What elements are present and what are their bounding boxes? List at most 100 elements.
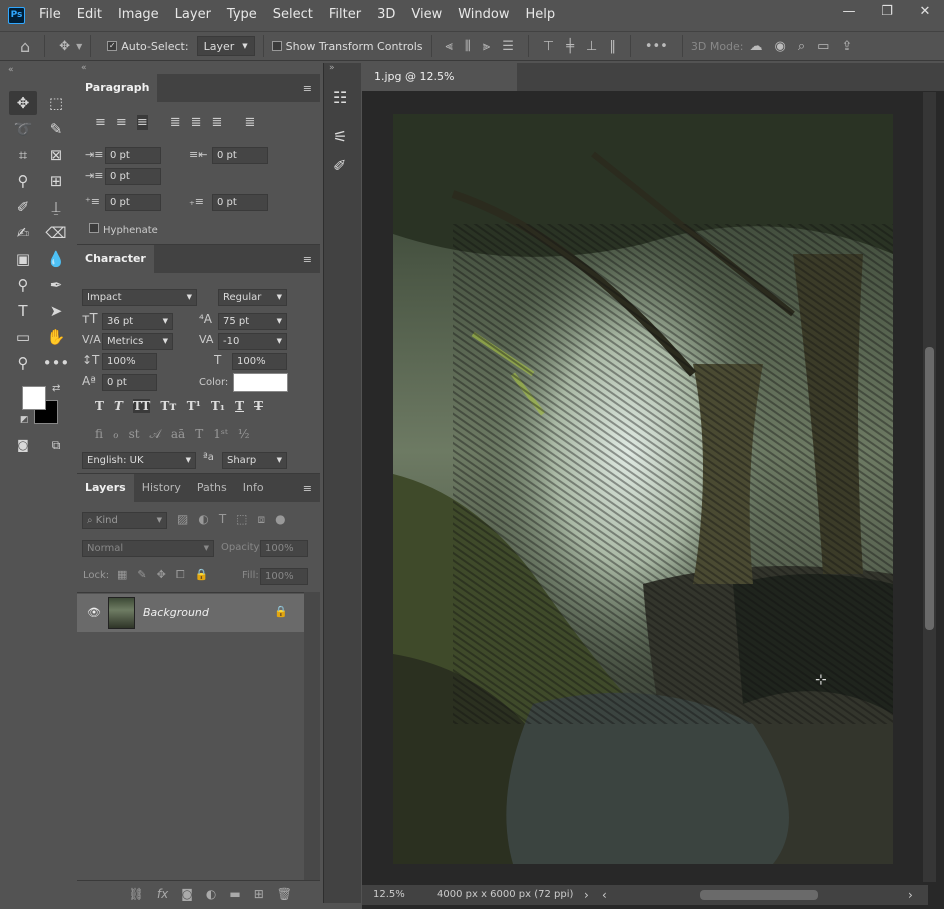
gradient-tool-icon[interactable]: ▣ (9, 247, 37, 271)
discretionary-ligatures-icon[interactable]: st (129, 427, 140, 442)
brush-settings-icon[interactable]: ✐ (333, 156, 346, 175)
new-adjustment-icon[interactable]: ◐ (206, 887, 216, 901)
subscript-icon[interactable]: T₁ (211, 399, 225, 413)
new-layer-icon[interactable]: ⊞ (254, 887, 264, 901)
3d-orbit-icon[interactable]: ☁ (750, 39, 763, 54)
hyphenate-checkbox[interactable]: Hyphenate (89, 223, 158, 236)
lock-artboard-icon[interactable]: ⧠ (176, 568, 185, 582)
ligatures-icon[interactable]: fi (95, 427, 103, 442)
leading-field[interactable]: 75 pt ▼ (218, 313, 287, 330)
canvas-image[interactable]: ⊹ (393, 114, 893, 864)
move-tool-icon[interactable]: ✥ (59, 39, 70, 54)
brush-tool-icon[interactable]: ✐ (9, 195, 37, 219)
align-left-text-icon[interactable]: ≡ (95, 115, 106, 130)
filter-kind-select[interactable]: ⌕ Kind ▼ (82, 512, 167, 529)
menu-image[interactable]: Image (110, 0, 167, 30)
filter-pixel-icon[interactable]: ▨ (177, 512, 188, 527)
zoom-tool-icon[interactable]: ⚲ (9, 351, 37, 375)
collapse-icon[interactable]: « (81, 63, 87, 73)
font-family-select[interactable]: Impact ▼ (82, 289, 197, 306)
stylistic-alternates-icon[interactable]: aā (171, 427, 185, 442)
text-color-swatch[interactable] (233, 373, 288, 392)
small-caps-icon[interactable]: Tт (160, 399, 176, 413)
distribute-vertical-icon[interactable]: ‖ (609, 39, 616, 54)
close-button[interactable]: ✕ (906, 0, 944, 22)
align-right-text-icon[interactable]: ≡ (136, 115, 148, 130)
screen-mode-icon[interactable]: ⧉ (42, 433, 70, 457)
fractions-icon[interactable]: ½ (238, 427, 250, 442)
quick-mask-icon[interactable]: ◙ (9, 433, 37, 457)
auto-select-checkbox[interactable]: ✓ Auto-Select: (107, 40, 189, 53)
eraser-icon[interactable]: ⌫ (42, 221, 70, 245)
underline-icon[interactable]: T (235, 399, 244, 413)
filter-shape-icon[interactable]: ⬚ (236, 512, 247, 527)
tab-info[interactable]: Info (235, 474, 272, 502)
minimize-button[interactable]: — (830, 0, 868, 22)
move-tool-icon[interactable]: ✥ (9, 91, 37, 115)
blur-tool-icon[interactable]: 💧 (42, 247, 70, 271)
crop-tool-icon[interactable]: ⌗ (9, 143, 37, 167)
hand-tool-icon[interactable]: ✋ (42, 325, 70, 349)
fill-field[interactable]: 100% (260, 568, 308, 585)
path-selection-icon[interactable]: ➤ (42, 299, 70, 323)
expand-icon[interactable]: » (329, 63, 335, 73)
scrollbar-thumb[interactable] (925, 347, 934, 630)
strikethrough-icon[interactable]: T (254, 399, 263, 413)
default-colors-icon[interactable]: ◩ (20, 415, 29, 425)
lock-transparent-icon[interactable]: ▦ (117, 568, 127, 582)
pen-tool-icon[interactable]: ✒ (42, 273, 70, 297)
baseline-shift-field[interactable]: 0 pt (102, 374, 157, 391)
space-after-field[interactable]: 0 pt (212, 194, 268, 211)
menu-filter[interactable]: Filter (321, 0, 369, 30)
opacity-field[interactable]: 100% (260, 540, 308, 557)
more-tools-icon[interactable]: ••• (42, 351, 70, 375)
kerning-field[interactable]: Metrics ▼ (102, 333, 173, 350)
menu-3d[interactable]: 3D (369, 0, 403, 30)
chevron-left-icon[interactable]: ‹ (602, 885, 607, 905)
justify-last-left-icon[interactable]: ≣ (170, 115, 181, 130)
align-right-icon[interactable]: ⫸ (483, 39, 490, 54)
healing-brush-icon[interactable]: ⊞ (42, 169, 70, 193)
link-layers-icon[interactable]: ⛓ (129, 887, 144, 901)
chevron-right-icon[interactable]: › (584, 885, 589, 905)
tab-history[interactable]: History (134, 474, 189, 502)
lock-all-icon[interactable]: 🔒 (195, 568, 209, 582)
history-brush-icon[interactable]: ✍ (9, 221, 37, 245)
properties-icon[interactable]: ☷ (333, 88, 347, 107)
new-group-icon[interactable]: ▬ (229, 887, 240, 901)
tab-character[interactable]: Character (77, 245, 154, 273)
filter-adjustment-icon[interactable]: ◐ (198, 512, 208, 527)
justify-last-center-icon[interactable]: ≣ (191, 115, 202, 130)
quick-selection-icon[interactable]: ✎ (42, 117, 70, 141)
font-style-select[interactable]: Regular ▼ (218, 289, 287, 306)
document-tab[interactable]: 1.jpg @ 12.5% (RGB/8)✕ (362, 63, 517, 111)
faux-italic-icon[interactable]: T (114, 399, 123, 413)
add-mask-icon[interactable]: ◙ (181, 887, 193, 901)
antialias-select[interactable]: Sharp ▼ (222, 452, 287, 469)
lock-image-icon[interactable]: ✎ (137, 568, 146, 582)
blend-mode-select[interactable]: Normal ▼ (82, 540, 214, 557)
horizontal-scrollbar-thumb[interactable] (700, 890, 818, 900)
font-size-field[interactable]: 36 pt ▼ (102, 313, 173, 330)
share-icon[interactable]: ⇪ (841, 39, 852, 54)
rectangle-tool-icon[interactable]: ▭ (9, 325, 37, 349)
superscript-icon[interactable]: T¹ (187, 399, 201, 413)
menu-layer[interactable]: Layer (167, 0, 219, 30)
swap-colors-icon[interactable]: ⇄ (52, 383, 60, 394)
distribute-icon[interactable]: ☰ (502, 39, 514, 54)
show-transform-checkbox[interactable]: Show Transform Controls (271, 40, 423, 53)
chevron-right-icon[interactable]: › (908, 885, 913, 905)
menu-type[interactable]: Type (219, 0, 265, 30)
menu-help[interactable]: Help (518, 0, 564, 30)
filter-smart-object-icon[interactable]: ⧈ (258, 512, 266, 527)
panel-menu-icon[interactable]: ≡ (303, 482, 312, 495)
align-center-text-icon[interactable]: ≡ (116, 115, 127, 130)
collapse-icon[interactable]: « (8, 65, 14, 75)
align-top-icon[interactable]: ⊤ (543, 39, 554, 54)
more-options-icon[interactable]: ••• (645, 39, 668, 54)
layer-style-icon[interactable]: fx (157, 887, 168, 901)
align-center-icon[interactable]: ⫼ (465, 39, 471, 54)
foreground-color-swatch[interactable] (22, 386, 46, 410)
zoom-level[interactable]: 12.5% (373, 885, 405, 905)
align-middle-icon[interactable]: ╪ (566, 39, 574, 54)
